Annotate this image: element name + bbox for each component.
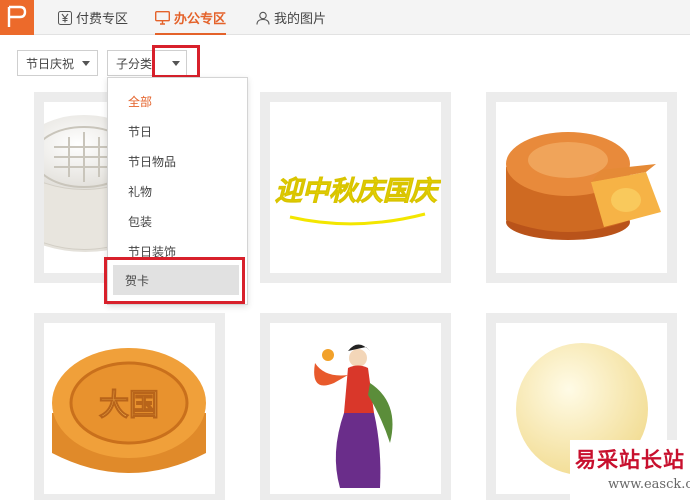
tab-label: 我的图片 [274, 12, 327, 27]
cut-mooncake-image [496, 102, 667, 273]
site-watermark: 易采站长站 www.easck.com [570, 440, 690, 500]
mooncake-emboss-text: 大国 [99, 388, 159, 423]
dropdown-item-packaging[interactable]: 包装 [108, 206, 247, 236]
annotation-box-dropdown-caret [152, 45, 200, 78]
dropdown-item-gift[interactable]: 礼物 [108, 176, 247, 206]
tab-label: 办公专区 [174, 12, 227, 27]
image-card[interactable] [486, 92, 677, 283]
dropdown-item-festival[interactable]: 节日 [108, 116, 247, 146]
tab-label: 付费专区 [76, 12, 129, 27]
watermark-url: www.easck.com [608, 477, 690, 492]
golden-mooncake-image: 大国 [44, 323, 215, 494]
logo-icon [7, 5, 27, 27]
dropdown-item-festival-goods[interactable]: 节日物品 [108, 146, 247, 176]
annotation-box-greeting-card [104, 257, 245, 304]
festival-category-value: 节日庆祝 [26, 56, 75, 71]
mid-autumn-calligraphy-image: 迎中秋庆国庆 [270, 102, 441, 273]
image-card[interactable]: 迎中秋庆国庆 [260, 92, 451, 283]
tab-paid-zone[interactable]: 付费专区 [58, 0, 128, 35]
changee-figure-image [270, 323, 441, 494]
watermark-title: 易采站长站 [575, 447, 685, 472]
user-icon [256, 11, 270, 25]
tab-my-images[interactable]: 我的图片 [256, 0, 326, 35]
app-logo[interactable] [0, 0, 34, 35]
chevron-down-icon [82, 61, 90, 66]
subcategory-value: 子分类 [116, 56, 153, 71]
monitor-icon [155, 10, 170, 25]
yen-icon [58, 10, 72, 25]
top-bar: 付费专区 办公专区 我的图片 [0, 0, 690, 35]
image-card[interactable] [260, 313, 451, 500]
tab-office-zone[interactable]: 办公专区 [155, 0, 227, 35]
calligraphy-text: 迎中秋庆国庆 [275, 176, 441, 207]
dropdown-item-all[interactable]: 全部 [108, 86, 247, 116]
festival-category-select[interactable]: 节日庆祝 [17, 50, 98, 76]
image-card[interactable]: 大国 [34, 313, 225, 500]
